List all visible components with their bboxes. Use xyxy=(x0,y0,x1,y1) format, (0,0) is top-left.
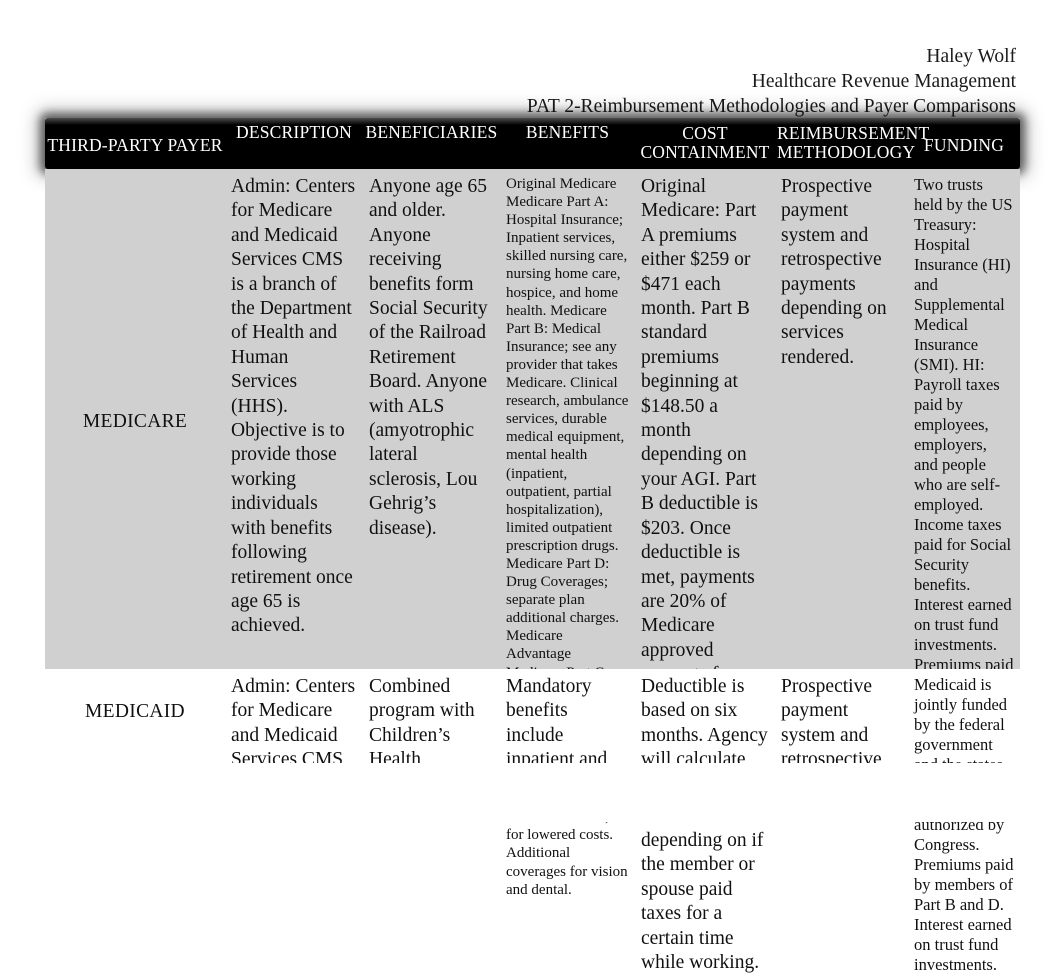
cell-medicaid-benefits: Mandatory benefits include inpatient and… xyxy=(506,676,608,763)
cell-medicaid-funding: Medicaid is jointly funded by the federa… xyxy=(914,675,1008,763)
page-bottom-clip xyxy=(0,763,1062,822)
column-header-benefits: BENEFITS xyxy=(525,122,610,142)
heading-author: Haley Wolf xyxy=(926,46,1016,67)
cell-medicaid-description: Admin: Centers for Medicare and Medicaid… xyxy=(231,676,356,763)
table-header-row: THIRD-PARTY PAYER DESCRIPTION BENEFICIAR… xyxy=(45,118,1020,169)
cell-medicare-funding: Two trusts held by the US Treasury: Hosp… xyxy=(914,175,1014,974)
cell-medicare-beneficiaries: Anyone age 65 and older. Anyone receivin… xyxy=(369,176,488,539)
heading-assignment: PAT 2-Reimbursement Methodologies and Pa… xyxy=(526,96,1016,117)
cell-medicaid-beneficiaries: Combined program with Children’s Health … xyxy=(369,676,475,763)
cell-medicare-reimbursement: Prospective payment system and retrospec… xyxy=(781,176,887,368)
row-label-medicare: MEDICARE xyxy=(82,411,188,432)
heading-course: Healthcare Revenue Management xyxy=(751,71,1016,92)
column-header-funding: FUNDING xyxy=(923,135,1005,155)
column-header-description: DESCRIPTION xyxy=(236,122,352,142)
cell-medicare-cost-containment: Original Medicare: Part A premiums eithe… xyxy=(635,169,775,973)
cell-medicare-benefits: Original Medicare Medicare Part A: Hospi… xyxy=(506,176,629,898)
column-header-beneficiaries: BENEFICIARIES xyxy=(365,122,498,142)
cell-medicare-cost-paragraph-1: Original Medicare: Part A premiums eithe… xyxy=(641,176,767,710)
cell-medicare-description: Admin: Centers for Medicare and Medicaid… xyxy=(231,176,356,637)
column-header-third-party-payer: THIRD-PARTY PAYER xyxy=(47,135,223,155)
table-row: MEDICAID Admin: Centers for Medicare and… xyxy=(45,669,1020,763)
payer-comparison-table: THIRD-PARTY PAYER DESCRIPTION BENEFICIAR… xyxy=(45,118,1020,974)
table-row: MEDICARE Admin: Centers for Medicare and… xyxy=(45,169,1020,974)
row-label-medicaid: MEDICAID xyxy=(85,701,185,722)
cell-medicaid-reimbursement: Prospective payment system and retrospec… xyxy=(781,676,882,763)
document-heading: Haley Wolf Healthcare Revenue Management… xyxy=(0,44,1016,119)
cell-medicaid-cost-containment: Deductible is based on six months. Agenc… xyxy=(641,676,768,763)
column-header-cost-containment: COST CONTAINMENT xyxy=(640,123,770,162)
column-header-reimbursement-methodology: REIMBURSEMENT METHODOLOGY xyxy=(777,123,930,162)
